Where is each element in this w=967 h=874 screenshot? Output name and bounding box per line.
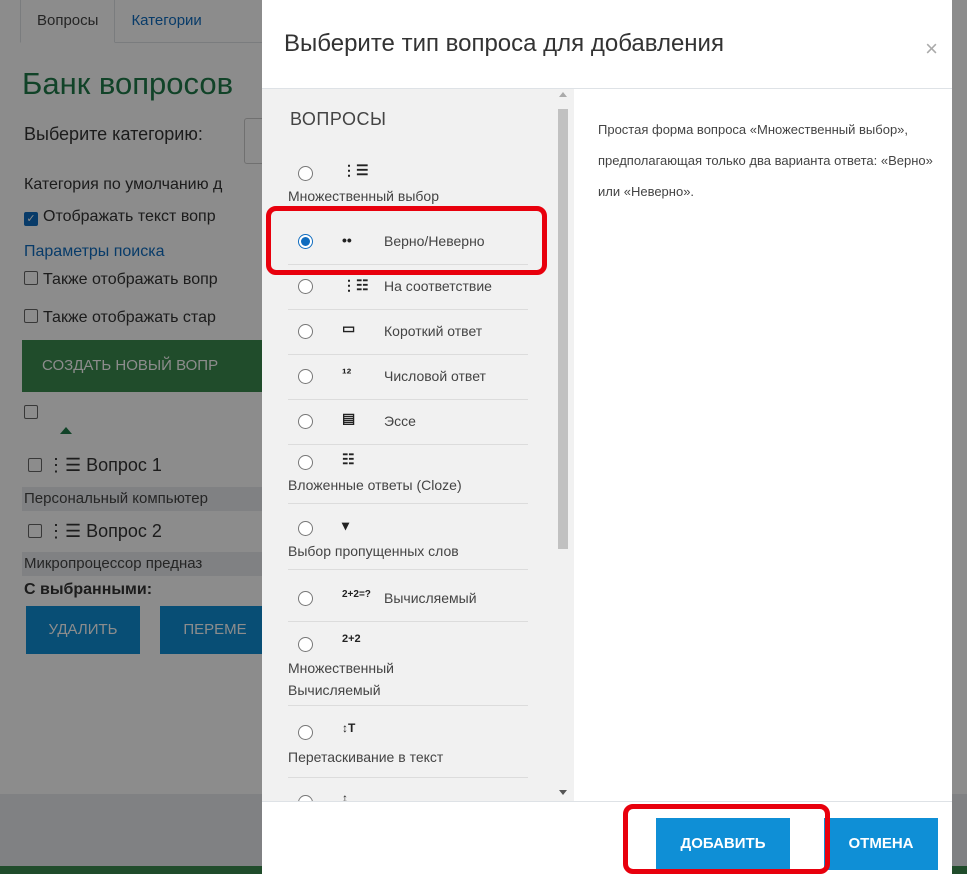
multichoice-icon: ⋮☰: [342, 162, 369, 178]
cloze-icon: ☷: [342, 451, 355, 467]
highlight-frame-truefalse: [266, 206, 547, 275]
option-shortanswer[interactable]: ▭ Короткий ответ: [288, 310, 528, 355]
radio-button[interactable]: [298, 521, 313, 536]
option-cloze[interactable]: ☷ Вложенные ответы (Cloze): [288, 445, 528, 504]
list-scrollbar[interactable]: [554, 89, 574, 801]
radio-button[interactable]: [298, 637, 313, 652]
radio-button[interactable]: [298, 455, 313, 470]
highlight-frame-add: [623, 804, 830, 874]
option-gapselect[interactable]: ▾ Выбор пропущенных слов: [288, 511, 528, 570]
numerical-icon: ¹²: [342, 365, 352, 381]
option-calculatedmulti[interactable]: 2+2 Множественный Вычисляемый: [288, 623, 528, 706]
ddimage-icon: ↕: [342, 791, 348, 801]
type-description: Простая форма вопроса «Множественный выб…: [598, 122, 933, 199]
radio-button[interactable]: [298, 279, 313, 294]
scroll-down-icon[interactable]: [559, 790, 567, 795]
radio-button[interactable]: [298, 725, 313, 740]
dialog-title: Выберите тип вопроса для добавления: [284, 30, 724, 57]
scroll-up-icon[interactable]: [559, 92, 567, 97]
radio-button[interactable]: [298, 591, 313, 606]
question-type-chooser-dialog: Выберите тип вопроса для добавления × ВО…: [262, 0, 952, 874]
essay-icon: ▤: [342, 410, 356, 426]
gapselect-icon: ▾: [342, 517, 350, 533]
section-heading: ВОПРОСЫ: [290, 109, 387, 129]
option-multichoice[interactable]: ⋮☰ Множественный выбор: [288, 151, 528, 210]
option-ddwtos[interactable]: ↕T Перетаскивание в текст: [288, 711, 528, 778]
option-calculated[interactable]: 2+2=? Вычисляемый: [288, 577, 528, 622]
cancel-button[interactable]: ОТМЕНА: [824, 818, 938, 870]
match-icon: ⋮☷: [342, 277, 369, 293]
question-type-list: ВОПРОСЫ ⋮☰ Множественный выбор •• Верно/…: [262, 89, 574, 801]
radio-button[interactable]: [298, 166, 313, 181]
ddwtos-icon: ↕T: [342, 721, 356, 735]
close-icon[interactable]: ×: [925, 36, 938, 62]
scroll-thumb[interactable]: [558, 109, 568, 549]
calcmulti-icon: 2+2: [342, 633, 361, 645]
option-numerical[interactable]: ¹² Числовой ответ: [288, 355, 528, 400]
option-essay[interactable]: ▤ Эссе: [288, 400, 528, 445]
calculated-icon: 2+2=?: [342, 589, 371, 600]
radio-button[interactable]: [298, 369, 313, 384]
shortanswer-icon: ▭: [342, 320, 356, 336]
option-ddimage[interactable]: ↕: [288, 781, 528, 801]
radio-button[interactable]: [298, 414, 313, 429]
radio-button[interactable]: [298, 324, 313, 339]
divider: [262, 801, 952, 802]
